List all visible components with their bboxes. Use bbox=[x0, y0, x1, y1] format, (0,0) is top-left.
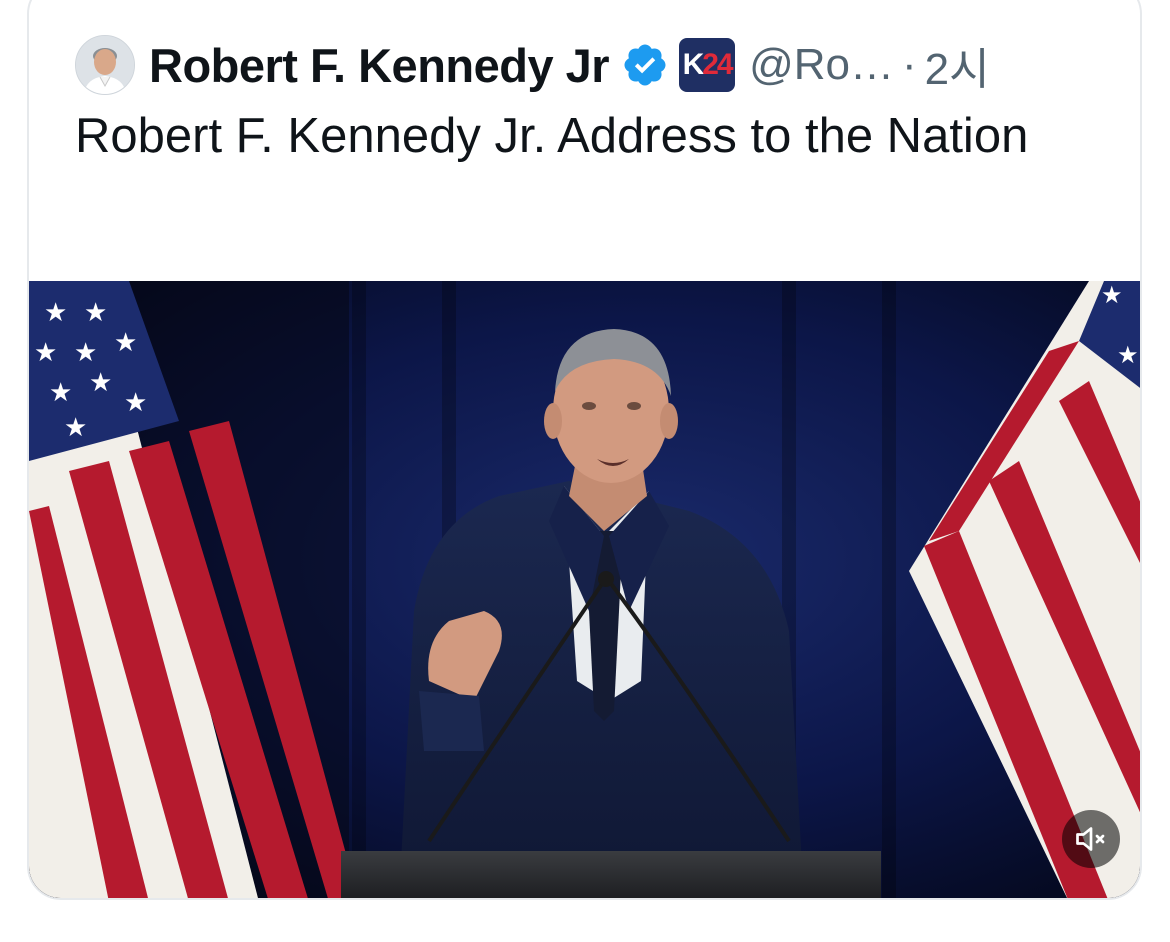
svg-text:★: ★ bbox=[74, 338, 97, 368]
svg-text:★: ★ bbox=[84, 298, 107, 328]
svg-text:★: ★ bbox=[114, 328, 137, 358]
avatar[interactable] bbox=[75, 35, 135, 95]
svg-text:★: ★ bbox=[89, 368, 112, 398]
verified-badge-icon bbox=[624, 44, 666, 86]
tweet-header: Robert F. Kennedy Jr K 24 @Ro… · 2시 bbox=[75, 34, 990, 96]
affiliate-badge-num: 24 bbox=[702, 48, 733, 81]
svg-text:★: ★ bbox=[49, 378, 72, 408]
svg-text:★: ★ bbox=[64, 413, 87, 443]
svg-text:★: ★ bbox=[1101, 281, 1123, 309]
separator-dot: · bbox=[902, 40, 917, 89]
tweet-video[interactable]: ★ ★ ★ ★ ★ ★ ★ ★ ★ ★ ★ bbox=[29, 281, 1140, 898]
speaker-muted-icon bbox=[1076, 827, 1105, 851]
svg-text:★: ★ bbox=[124, 388, 147, 418]
tweet-card[interactable]: Robert F. Kennedy Jr K 24 @Ro… · 2시 Rober… bbox=[27, 0, 1142, 900]
svg-text:★: ★ bbox=[34, 338, 57, 368]
podium bbox=[341, 851, 881, 898]
mute-button[interactable] bbox=[1062, 810, 1120, 868]
svg-text:★: ★ bbox=[44, 298, 67, 328]
tweet-text: Robert F. Kennedy Jr. Address to the Nat… bbox=[75, 109, 1029, 163]
author-display-name[interactable]: Robert F. Kennedy Jr bbox=[149, 38, 610, 93]
tweet-timestamp[interactable]: 2시 bbox=[925, 33, 990, 97]
affiliate-badge-k: K bbox=[682, 48, 705, 81]
svg-text:★: ★ bbox=[1117, 341, 1139, 369]
affiliate-badge[interactable]: K 24 bbox=[679, 38, 736, 92]
video-frame: ★ ★ ★ ★ ★ ★ ★★ ★ ★★ bbox=[29, 281, 1140, 898]
author-handle[interactable]: @Ro… bbox=[749, 40, 894, 90]
